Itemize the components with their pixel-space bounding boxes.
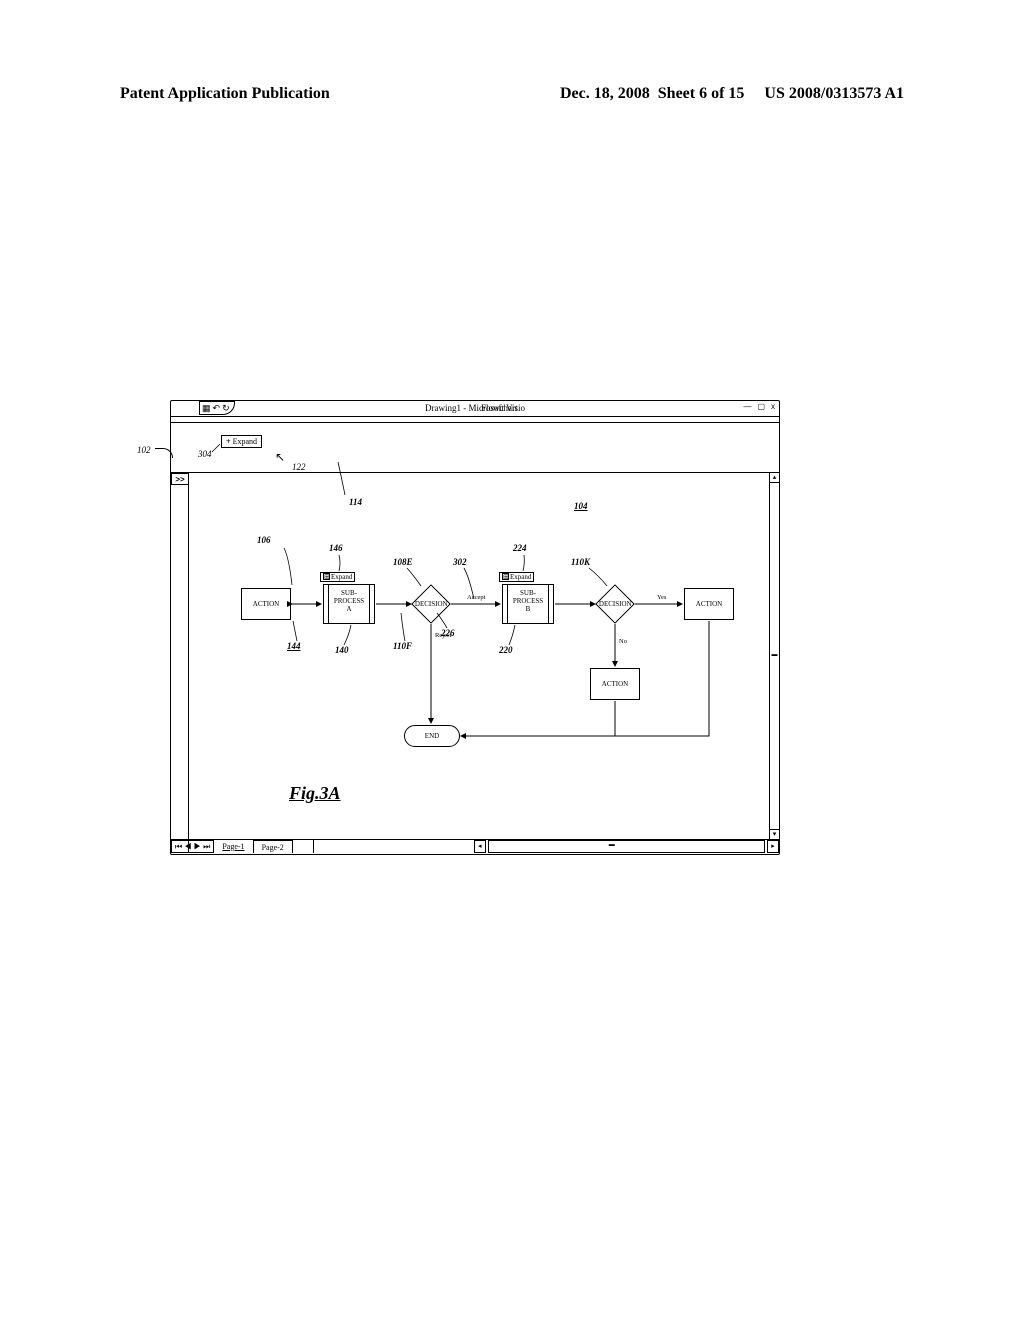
ref-122: 122	[292, 462, 306, 472]
header-pubno: US 2008/0313573 A1	[764, 85, 904, 103]
ref-114: 114	[349, 497, 362, 507]
close-button[interactable]: x	[771, 402, 775, 411]
scroll-thumb-v[interactable]: ▬	[770, 651, 779, 661]
scroll-down[interactable]: ▾	[770, 829, 779, 839]
action-box-3[interactable]: ACTION	[590, 668, 640, 700]
ref-110K: 110K	[571, 557, 590, 567]
expand-tag-a[interactable]: ⊞Expand	[320, 572, 355, 582]
connectors: Accept Reject Yes No	[189, 473, 769, 833]
ref-224: 224	[513, 543, 527, 553]
drawing-canvas[interactable]: ACTION SUB- PROCESS A ⊞Expand DECISION S…	[189, 473, 769, 839]
expand-panel-button[interactable]: >>	[171, 473, 189, 485]
save-icon[interactable]: ▦	[202, 403, 211, 414]
decision-1[interactable]: DECISION	[411, 584, 451, 624]
ref-302: 302	[453, 557, 467, 567]
workspace: >> ▴ ▬ ▾ ACTION SUB- PROCESS A ⊞Expand D…	[171, 473, 779, 853]
ref-102: 102	[137, 445, 151, 455]
figure-label: Fig.3A	[289, 783, 341, 804]
ref-304: 304	[198, 449, 212, 459]
page-nav-controls[interactable]: ⏮ ◀ ▶ ⏭	[171, 840, 214, 853]
titlebar: ▦ ↶ ↻ Drawing1 - Microsoft Visio Flowcha…	[171, 401, 779, 417]
redo-icon[interactable]: ↻	[222, 403, 230, 414]
ref-106: 106	[257, 535, 271, 545]
subprocess-b[interactable]: SUB- PROCESS B	[502, 584, 554, 624]
cursor-icon: ↖	[275, 451, 285, 463]
page-tab-2[interactable]: Page-2	[253, 840, 293, 853]
ref-220: 220	[499, 645, 513, 655]
header-publication: Patent Application Publication	[120, 85, 330, 103]
expand-tag-b[interactable]: ⊞Expand	[499, 572, 534, 582]
undo-icon[interactable]: ↶	[213, 403, 221, 414]
edge-no: No	[619, 638, 627, 645]
vertical-scrollbar[interactable]: ▴ ▬ ▾	[769, 473, 779, 839]
ref-146: 146	[329, 543, 343, 553]
shapes-panel-collapsed[interactable]: >>	[171, 473, 189, 853]
edge-yes: Yes	[657, 594, 667, 601]
decision-2[interactable]: DECISION	[595, 584, 635, 624]
ref-104: 104	[574, 501, 588, 511]
minimize-button[interactable]: —	[743, 402, 751, 411]
expand-button[interactable]: +Expand	[221, 435, 262, 448]
statusbar: ⏮ ◀ ▶ ⏭ Page-1 Page-2 ◂ ▬ ▸	[171, 839, 779, 853]
ref-108E: 108E	[393, 557, 413, 567]
end-terminator[interactable]: END	[404, 725, 460, 747]
maximize-button[interactable]: ▢	[757, 402, 765, 411]
horizontal-scrollbar[interactable]: ◂ ▬ ▸	[313, 840, 779, 853]
action-box-2[interactable]: ACTION	[684, 588, 734, 620]
action-box-1[interactable]: ACTION	[241, 588, 291, 620]
app-window: ▦ ↶ ↻ Drawing1 - Microsoft Visio Flowcha…	[170, 400, 780, 855]
page-tab-1[interactable]: Page-1	[214, 840, 252, 853]
subprocess-a[interactable]: SUB- PROCESS A	[323, 584, 375, 624]
ribbon-area: +Expand ↖	[171, 423, 779, 473]
quick-access-toolbar[interactable]: ▦ ↶ ↻	[199, 401, 235, 415]
ref-144: 144	[287, 641, 301, 651]
header-sheet: Dec. 18, 2008 Sheet 6 of 15	[560, 85, 744, 103]
scroll-left[interactable]: ◂	[474, 840, 486, 853]
ref-110F: 110F	[393, 641, 412, 651]
plus-icon: +	[226, 437, 231, 446]
ribbon-tab-label: Flowchart	[481, 403, 518, 413]
ref-226: 226	[441, 628, 455, 638]
scroll-up[interactable]: ▴	[770, 473, 779, 483]
edge-accept: Accept	[467, 594, 486, 601]
scroll-track-h[interactable]	[488, 840, 765, 853]
scroll-right[interactable]: ▸	[767, 840, 779, 853]
ref-140: 140	[335, 645, 349, 655]
scroll-thumb-h[interactable]: ▬	[609, 842, 615, 851]
